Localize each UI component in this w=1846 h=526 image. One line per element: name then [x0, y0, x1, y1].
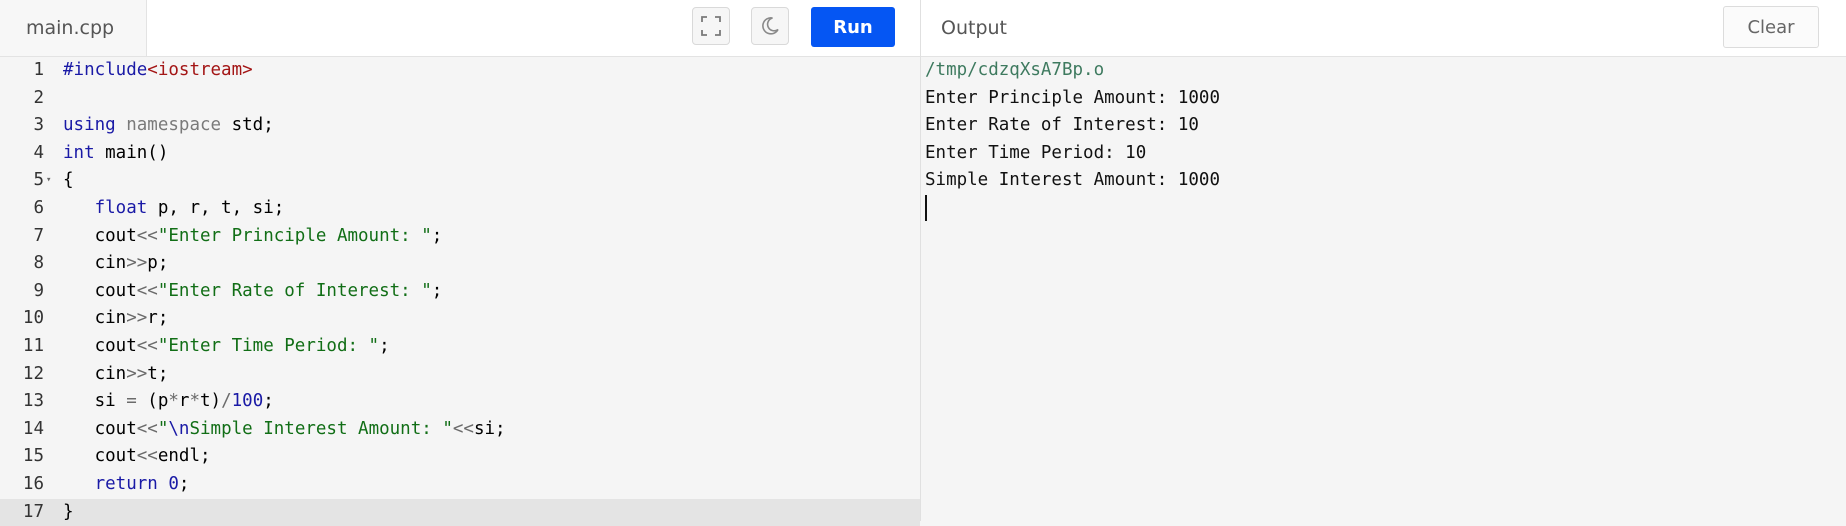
code-line[interactable]: 13 si = (p*r*t)/100; [0, 388, 920, 415]
code-text: } [63, 501, 74, 522]
output-path: /tmp/cdzqXsA7Bp.o [925, 60, 1105, 80]
line-number: 3 [33, 115, 44, 136]
code-line[interactable]: 14 cout<<"\nSimple Interest Amount: "<<s… [0, 416, 920, 443]
editor-pane: main.cpp Run 1 #include<iostream> 2 3 using … [0, 0, 921, 526]
line-number: 2 [33, 87, 44, 108]
output-header: Output Clear [921, 0, 1846, 57]
editor-toolbar: main.cpp Run [0, 0, 920, 57]
code-line[interactable]: 2 [0, 85, 920, 112]
fullscreen-button[interactable] [692, 7, 730, 45]
code-text: return 0; [94, 474, 190, 494]
output-line: Simple Interest Amount: 1000 [925, 170, 1221, 190]
code-editor[interactable]: 1 #include<iostream> 2 3 using namespace std… [0, 57, 920, 526]
line-number: 13 [22, 391, 44, 412]
output-line: Enter Time Period: 10 [925, 142, 1147, 163]
code-text: cin>>r; [63, 308, 169, 329]
line-number: 11 [22, 336, 44, 356]
line-number: 9 [33, 280, 44, 301]
code-text: float p, r, t, si; [94, 198, 285, 218]
code-line[interactable]: 3 using namespace std; [0, 112, 920, 139]
line-number: 4 [33, 142, 44, 163]
code-text: si = (p*r*t)/100; [63, 391, 274, 412]
line-number: 14 [22, 418, 44, 439]
code-line[interactable]: 16 return 0; [0, 471, 920, 498]
output-pane: Output Clear /tmp/cdzqXsA7Bp.o Enter Pri… [921, 0, 1846, 521]
code-line[interactable]: 15 cout<<endl; [0, 443, 920, 470]
line-number: 7 [33, 225, 44, 246]
line-number: 10 [22, 308, 44, 329]
fold-toggle-icon[interactable]: ▾ [46, 167, 51, 194]
code-line[interactable]: 7 cout<<"Enter Principle Amount: "; [0, 223, 920, 250]
file-tab[interactable]: main.cpp [0, 0, 147, 56]
text-cursor [925, 194, 927, 221]
code-text: cout<<"\nSimple Interest Amount: "<<si; [63, 418, 506, 439]
code-text: cout<<endl; [63, 446, 211, 467]
code-line[interactable]: 4 int main() [0, 140, 920, 167]
code-line[interactable]: 12 cin>>t; [0, 361, 920, 388]
output-input-line[interactable] [925, 194, 1825, 223]
line-number: 1 [33, 60, 44, 80]
output-console[interactable]: /tmp/cdzqXsA7Bp.o Enter Principle Amount… [925, 57, 1825, 222]
line-number: 6 [33, 198, 44, 218]
code-line[interactable]: 17} [0, 498, 920, 526]
output-line: Enter Rate of Interest: 10 [925, 115, 1199, 135]
code-text: cin>>p; [63, 253, 169, 274]
theme-toggle-button[interactable] [751, 7, 789, 45]
code-text: cin>>t; [63, 363, 169, 384]
line-number: 16 [22, 474, 44, 494]
line-number: 17 [22, 501, 44, 522]
code-line[interactable]: 8 cin>>p; [0, 250, 920, 277]
compiler-app: main.cpp Run 1 #include<iostream> 2 3 using … [0, 0, 1846, 526]
output-title: Output [941, 17, 1007, 39]
code-text: int main() [63, 142, 169, 163]
output-line: Enter Principle Amount: 1000 [925, 87, 1221, 108]
code-line[interactable]: 6 float p, r, t, si; [0, 195, 920, 222]
code-text: cout<<"Enter Rate of Interest: "; [63, 280, 443, 301]
moon-icon [762, 17, 779, 35]
code-line[interactable]: 10 cin>>r; [0, 305, 920, 332]
code-text: { [63, 170, 74, 191]
code-text: #include<iostream> [63, 60, 253, 80]
code-line[interactable]: 1 #include<iostream> [0, 57, 920, 84]
code-line[interactable]: 5 ▾ { [0, 167, 920, 194]
code-text: cout<<"Enter Principle Amount: "; [63, 225, 443, 246]
run-button[interactable]: Run [811, 7, 895, 47]
line-number: 15 [22, 446, 44, 467]
code-text: cout<<"Enter Time Period: "; [63, 336, 390, 356]
fullscreen-icon [701, 16, 721, 36]
code-line[interactable]: 9 cout<<"Enter Rate of Interest: "; [0, 278, 920, 305]
line-number: 8 [33, 253, 44, 274]
line-number: 12 [22, 363, 44, 384]
line-number: 5 [33, 170, 44, 191]
code-line[interactable]: 11 cout<<"Enter Time Period: "; [0, 333, 920, 360]
code-text: using namespace std; [63, 115, 274, 136]
clear-button[interactable]: Clear [1723, 6, 1819, 48]
